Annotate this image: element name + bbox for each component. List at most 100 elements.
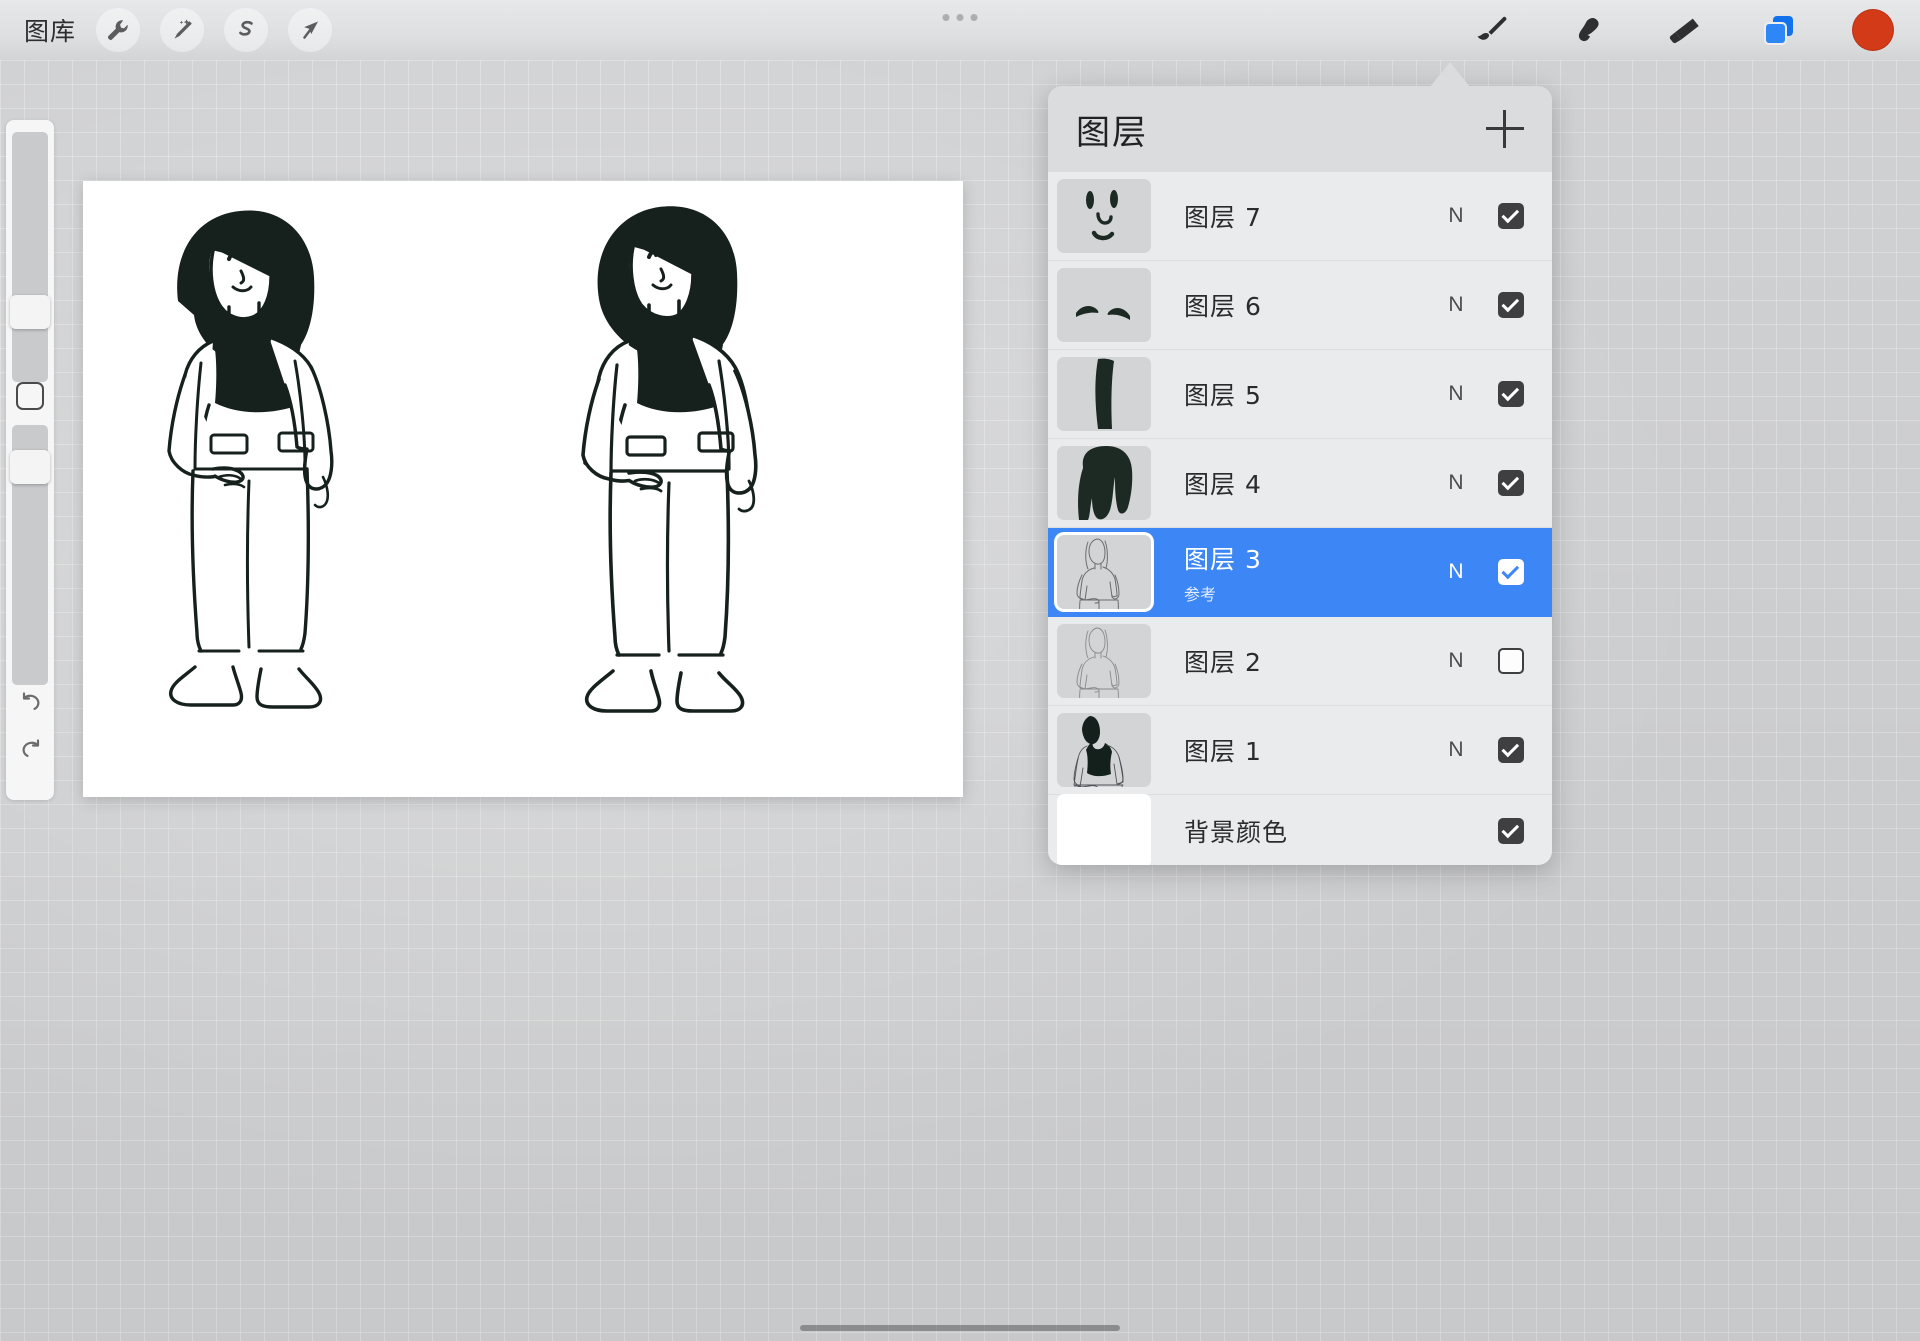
layer-name: 图层 2 xyxy=(1184,648,1262,677)
layers-panel-header: 图层 xyxy=(1048,86,1552,172)
undo-icon xyxy=(22,692,40,710)
checkmark-icon xyxy=(1501,820,1520,838)
layer-visibility-checkbox[interactable] xyxy=(1498,381,1524,407)
wrench-icon[interactable] xyxy=(96,8,141,52)
layer-row-background-color[interactable]: 背景颜色 xyxy=(1048,794,1552,865)
artwork-illustration xyxy=(167,206,758,713)
magic-wand-icon[interactable] xyxy=(160,8,205,52)
smudge-glyph xyxy=(1578,18,1599,42)
layer-name-wrap: 图层 6 xyxy=(1184,287,1436,323)
layer-row[interactable]: 图层 2 N xyxy=(1048,617,1552,706)
brush-icon[interactable] xyxy=(1468,7,1514,53)
gallery-button[interactable]: 图库 xyxy=(24,12,76,48)
layers-panel: 图层 图层 7N 图层 6 N 图层 5 N 图层 4N 图层 3 参考 N 图层 xyxy=(1048,86,1552,865)
handle-dot xyxy=(970,14,978,21)
layer-blend-mode-button[interactable]: N xyxy=(1436,738,1476,762)
layer-blend-mode-button[interactable]: N xyxy=(1436,560,1476,584)
layer-row[interactable]: 图层 1 N xyxy=(1048,706,1552,795)
layer-thumbnail-hair[interactable] xyxy=(1057,446,1151,520)
checkmark-icon xyxy=(1501,561,1520,579)
layer-name: 图层 6 xyxy=(1184,292,1262,321)
layer-name: 图层 1 xyxy=(1184,737,1262,766)
eraser-icon[interactable] xyxy=(1660,7,1706,53)
layer-row[interactable]: 图层 4 N xyxy=(1048,439,1552,528)
handle-dot xyxy=(956,14,964,21)
redo-button[interactable] xyxy=(16,735,46,765)
s-curve-glyph xyxy=(239,20,253,36)
layer-name-wrap: 图层 7 xyxy=(1184,198,1436,234)
layer-name: 图层 3 xyxy=(1184,544,1262,574)
layer-visibility-checkbox[interactable] xyxy=(1498,292,1524,318)
layer-name: 图层 5 xyxy=(1184,381,1262,410)
layer-visibility-checkbox[interactable] xyxy=(1498,203,1524,229)
layer-row[interactable]: 图层 5 N xyxy=(1048,350,1552,439)
add-layer-button[interactable] xyxy=(1486,110,1524,148)
layer-row[interactable]: 图层 3 参考 N xyxy=(1048,528,1552,617)
layer-thumbnail-white-swatch[interactable] xyxy=(1057,794,1151,865)
layer-visibility-checkbox[interactable] xyxy=(1498,818,1524,844)
layer-visibility-checkbox[interactable] xyxy=(1498,470,1524,496)
wrench-glyph xyxy=(108,20,128,40)
layer-reference-badge: 参考 xyxy=(1184,584,1217,604)
panel-title: 图层 xyxy=(1076,112,1148,153)
brush-size-slider[interactable] xyxy=(12,132,48,382)
top-left-tool-group: 图库 xyxy=(0,0,333,60)
arrow-glyph xyxy=(303,21,319,39)
layer-name-wrap: 图层 5 xyxy=(1184,376,1436,412)
checkmark-icon xyxy=(1501,294,1520,312)
undo-button[interactable] xyxy=(16,688,46,718)
layer-name-wrap: 图层 3 参考 xyxy=(1184,540,1436,605)
layer-thumbnail-figure-sketch[interactable] xyxy=(1057,624,1151,698)
figure-left xyxy=(167,210,334,709)
artwork-canvas[interactable] xyxy=(83,181,963,797)
layers-glyph xyxy=(1764,16,1793,45)
layer-visibility-checkbox[interactable] xyxy=(1498,559,1524,585)
layer-visibility-checkbox[interactable] xyxy=(1498,737,1524,763)
layer-row[interactable]: 图层 7 N xyxy=(1048,172,1552,261)
layer-name: 图层 4 xyxy=(1184,470,1262,499)
checkmark-icon xyxy=(1501,205,1520,223)
layer-thumbnail-hair-strand[interactable] xyxy=(1057,357,1151,431)
layer-blend-mode-button[interactable]: N xyxy=(1436,204,1476,228)
magic-wand-glyph xyxy=(174,19,192,39)
layer-blend-mode-button[interactable]: N xyxy=(1436,649,1476,673)
layer-name-wrap: 图层 4 xyxy=(1184,465,1436,501)
brush-glyph xyxy=(1477,16,1507,40)
home-indicator xyxy=(800,1325,1120,1331)
opacity-thumb[interactable] xyxy=(10,450,50,484)
layer-row[interactable]: 图层 6 N xyxy=(1048,261,1552,350)
layer-list: 图层 7 N 图层 6 N 图层 5 N 图层 4 N 图层 3 参考 N 图层 2 N xyxy=(1048,172,1552,865)
layer-visibility-checkbox[interactable] xyxy=(1498,648,1524,674)
brush-size-thumb[interactable] xyxy=(10,295,50,329)
redo-icon xyxy=(22,739,40,757)
layer-thumbnail-figure-outline[interactable] xyxy=(1057,535,1151,609)
handle-dot xyxy=(942,14,950,21)
modify-button[interactable] xyxy=(16,382,44,410)
layer-name-wrap: 图层 2 xyxy=(1184,643,1436,679)
color-swatch-button[interactable] xyxy=(1852,9,1894,51)
layer-name-wrap: 图层 1 xyxy=(1184,732,1436,768)
layer-name: 背景颜色 xyxy=(1184,818,1289,847)
layer-blend-mode-button[interactable]: N xyxy=(1436,293,1476,317)
brush-settings-sidebar xyxy=(6,120,54,800)
layer-thumbnail-eyebrows[interactable] xyxy=(1057,268,1151,342)
layer-blend-mode-button[interactable]: N xyxy=(1436,471,1476,495)
smudge-icon[interactable] xyxy=(1564,7,1610,53)
checkmark-icon xyxy=(1501,472,1520,490)
arrow-transform-icon[interactable] xyxy=(288,8,333,52)
layer-thumbnail-figure-inked[interactable] xyxy=(1057,713,1151,787)
s-selection-icon[interactable] xyxy=(224,8,269,52)
eraser-glyph xyxy=(1669,18,1699,44)
layers-icon[interactable] xyxy=(1756,7,1802,53)
top-right-tool-group xyxy=(1468,0,1894,60)
top-toolbar: 图库 xyxy=(0,0,1920,60)
figure-right xyxy=(581,206,758,713)
panel-drag-handle[interactable] xyxy=(942,14,978,21)
layer-name-wrap: 背景颜色 xyxy=(1184,813,1436,849)
checkmark-icon xyxy=(1501,739,1520,757)
layer-blend-mode-button[interactable]: N xyxy=(1436,382,1476,406)
layers-panel-arrow xyxy=(1430,62,1470,87)
layer-thumbnail-face-features[interactable] xyxy=(1057,179,1151,253)
layer-name: 图层 7 xyxy=(1184,203,1262,232)
checkmark-icon xyxy=(1501,383,1520,401)
